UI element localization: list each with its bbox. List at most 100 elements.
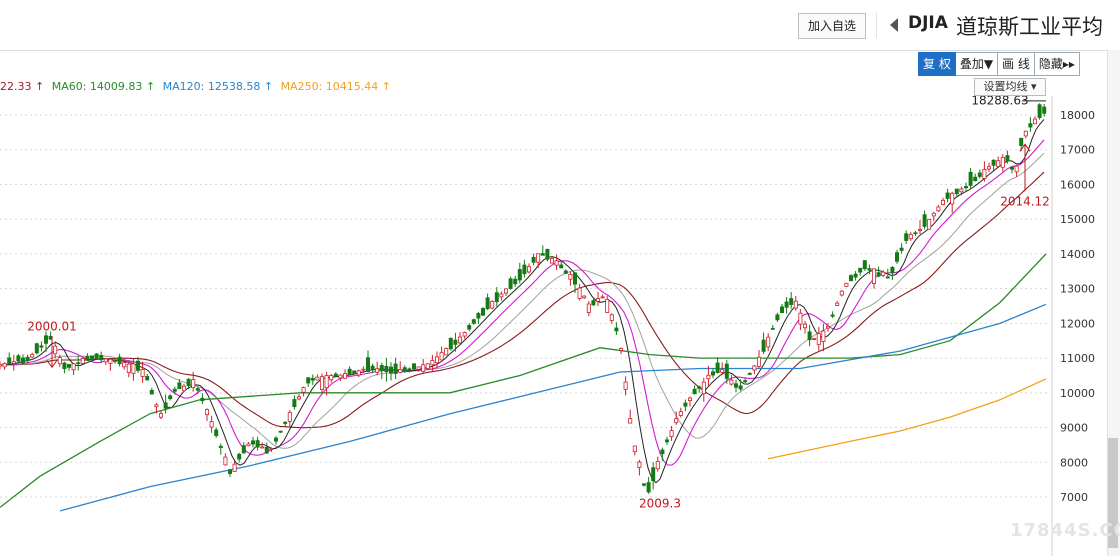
candle-body xyxy=(1023,130,1028,137)
candle-body xyxy=(342,373,347,379)
candle-body xyxy=(867,268,872,271)
candle-body xyxy=(168,395,173,400)
candle-body xyxy=(140,369,145,377)
candle-body xyxy=(53,345,58,355)
candle-body xyxy=(780,306,785,313)
candle-body xyxy=(586,303,591,313)
candle-body xyxy=(885,276,890,279)
candle-body xyxy=(273,437,278,442)
candle-body xyxy=(582,295,587,299)
candle-body xyxy=(812,338,817,340)
candle-body xyxy=(1010,166,1015,170)
candle-body xyxy=(154,404,159,408)
annotation-label: 18288.63 xyxy=(971,96,1028,108)
candle-body xyxy=(669,430,674,438)
candle-body xyxy=(250,440,255,445)
candle-body xyxy=(135,360,140,371)
candle-body xyxy=(982,169,987,179)
candle-body xyxy=(623,381,628,390)
candle-body xyxy=(453,339,458,345)
overlay-button[interactable]: 叠加▼ xyxy=(955,52,999,76)
candle-body xyxy=(600,296,605,299)
back-arrow-icon[interactable] xyxy=(890,18,898,32)
candle-body xyxy=(457,336,462,344)
candle-body xyxy=(181,385,186,392)
candle-body xyxy=(365,357,370,372)
candle-body xyxy=(844,282,849,287)
candle-body xyxy=(2,362,7,368)
ma-settings-button[interactable]: 设置均线 ▾ xyxy=(974,78,1046,96)
candle-body xyxy=(545,248,550,260)
candle-body xyxy=(149,389,154,395)
candle-body xyxy=(361,368,366,371)
candle-body xyxy=(301,387,306,393)
candle-body xyxy=(692,388,697,395)
candle-body xyxy=(609,314,614,321)
candle-body xyxy=(766,336,771,348)
candle-body xyxy=(701,381,706,395)
y-tick-label: 11000 xyxy=(1060,352,1095,365)
candle-body xyxy=(30,354,35,358)
candle-body xyxy=(724,363,729,379)
y-tick-label: 17000 xyxy=(1060,144,1095,157)
ma-magenta-line xyxy=(0,139,1045,466)
draw-line-button[interactable]: 画 线 xyxy=(998,52,1035,76)
candle-body xyxy=(807,331,812,341)
candle-body xyxy=(895,252,900,262)
ma60-label: MA60: 14009.83 ↑ xyxy=(51,80,156,93)
candle-body xyxy=(1014,165,1019,173)
candle-body xyxy=(62,362,67,370)
candle-body xyxy=(798,312,803,325)
candle-body xyxy=(577,287,582,299)
adjust-button[interactable]: 复 权 xyxy=(918,52,956,76)
candle-body xyxy=(987,166,992,170)
add-to-watchlist-button[interactable]: 加入自选 xyxy=(798,13,866,39)
candle-body xyxy=(881,271,886,276)
watermark: 17844S.COM xyxy=(1010,520,1120,541)
y-tick-label: 18000 xyxy=(1060,109,1095,122)
candle-body xyxy=(945,192,950,199)
candle-body xyxy=(954,188,959,195)
candle-body xyxy=(835,302,840,306)
candle-body xyxy=(964,186,969,189)
candle-body xyxy=(614,327,619,332)
candle-body xyxy=(890,267,895,274)
candle-body xyxy=(375,368,380,373)
y-tick-label: 14000 xyxy=(1060,248,1095,261)
y-tick-label: 8000 xyxy=(1060,456,1088,469)
candle-body xyxy=(480,308,485,316)
candle-body xyxy=(1019,137,1024,146)
candle-body xyxy=(7,357,12,365)
candle-body xyxy=(977,172,982,177)
divider xyxy=(876,12,877,38)
candle-body xyxy=(126,363,131,373)
candle-body xyxy=(411,363,416,370)
candle-body xyxy=(296,396,301,400)
candle-body xyxy=(720,369,725,373)
candle-body xyxy=(191,379,196,389)
candle-body xyxy=(16,355,21,362)
candle-body xyxy=(117,356,122,365)
candle-body xyxy=(918,229,923,232)
candle-body xyxy=(246,443,251,447)
candle-body xyxy=(862,260,867,270)
ma-prev-label: 22.33 ↑ xyxy=(0,80,45,93)
candle-body xyxy=(94,353,99,360)
ma250-line xyxy=(767,378,1047,460)
candle-body xyxy=(370,365,375,371)
candle-body xyxy=(936,206,941,212)
candle-body xyxy=(1037,104,1042,118)
candle-body xyxy=(784,301,789,308)
candle-body xyxy=(757,356,762,367)
candle-body xyxy=(90,355,95,360)
hide-button[interactable]: 隐藏▸▸ xyxy=(1034,52,1080,76)
candle-body xyxy=(76,362,81,365)
candle-body xyxy=(908,234,913,240)
candle-body xyxy=(628,418,633,424)
candle-body xyxy=(775,314,780,321)
candle-body xyxy=(292,399,297,408)
candle-body xyxy=(752,365,757,371)
candle-body xyxy=(503,288,508,294)
annotation-label: 2014.12 xyxy=(1000,194,1050,208)
candle-body xyxy=(568,273,573,280)
